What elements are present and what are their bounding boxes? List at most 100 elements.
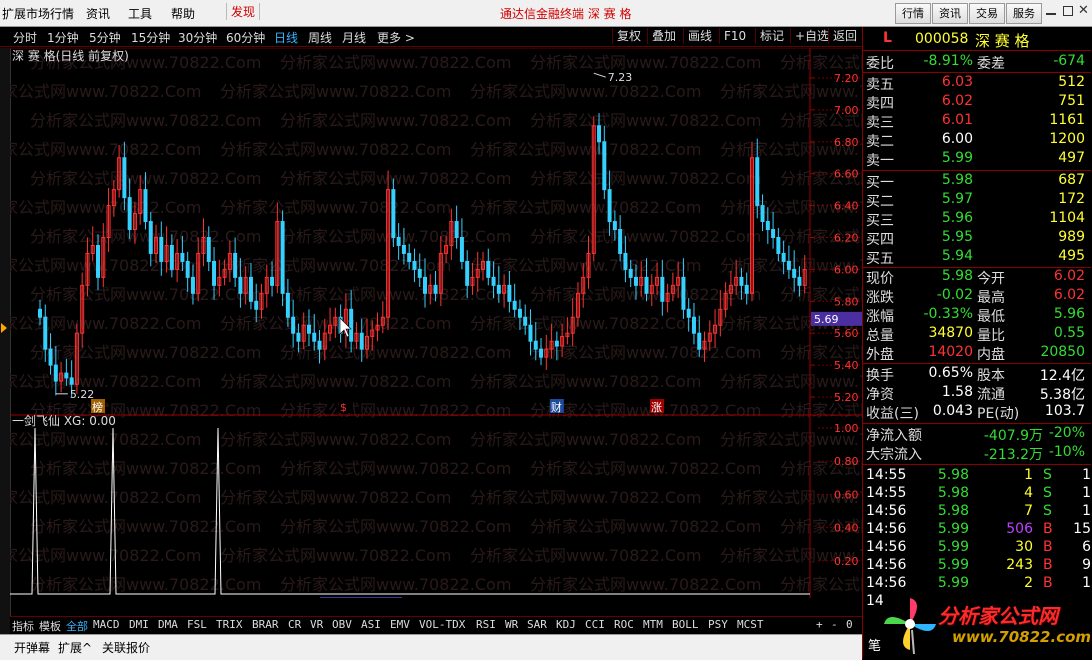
bid-row[interactable]: 买五 5.94 495 [863, 248, 1091, 267]
level-volume: 989 [1058, 229, 1085, 245]
zoom-in-button[interactable]: + [816, 618, 823, 631]
indicator-tab-dma[interactable]: DMA [158, 618, 178, 631]
watermark-text: 分析家公式网www.70822.Com [530, 401, 761, 420]
candle-body [744, 284, 749, 294]
level-label: 买二 [866, 194, 894, 210]
zoom-out-button[interactable]: - [831, 618, 838, 631]
kline-chart[interactable]: 分析家公式网www.70822.Com 分析家公式网www.70822.Com 分析… [0, 47, 1011, 623]
indicator-tab-rsi[interactable]: RSI [476, 618, 496, 631]
indicator-tab-模板[interactable]: 模板 [39, 618, 61, 634]
period-intraday[interactable]: 分时 [13, 29, 37, 46]
indicator-tab-mcst[interactable]: MCST [737, 618, 764, 631]
ask-row[interactable]: 卖五 6.03 512 [863, 74, 1091, 93]
candle-body [691, 316, 696, 334]
indicator-tab-cr[interactable]: CR [288, 618, 301, 631]
minimize-icon[interactable] [1046, 13, 1056, 15]
candle-body [554, 340, 559, 347]
last-price-tag-text: 5.69 [814, 313, 839, 326]
indicator-tab-全部[interactable]: 全部 [66, 618, 88, 634]
period-more[interactable]: 更多 > [377, 29, 415, 46]
bid-row[interactable]: 买三 5.96 1104 [863, 210, 1091, 229]
candle-body [53, 364, 58, 382]
indicator-tab-obv[interactable]: OBV [332, 618, 352, 631]
back-button[interactable]: 返回 [828, 28, 861, 44]
bid-row[interactable]: 买一 5.98 687 [863, 172, 1091, 191]
overlay-button[interactable]: 叠加 [647, 28, 680, 44]
quote-button[interactable]: 行情 [895, 3, 931, 24]
period-daily[interactable]: 日线 [274, 29, 298, 46]
candle-body [212, 260, 217, 286]
indicator-tab-cci[interactable]: CCI [585, 618, 605, 631]
bid-row[interactable]: 买四 5.95 989 [863, 229, 1091, 248]
chart-area[interactable]: 分析家公式网www.70822.Com 分析家公式网www.70822.Com 分析… [0, 47, 1011, 623]
indicator-tab-sar[interactable]: SAR [527, 618, 547, 631]
trade-button[interactable]: 交易 [969, 3, 1005, 24]
candle-body [760, 205, 765, 223]
sidebar-expand-icon[interactable] [1, 323, 7, 333]
ask-row[interactable]: 卖一 5.99 497 [863, 150, 1091, 169]
indicator-tab-psy[interactable]: PSY [708, 618, 728, 631]
menu-help[interactable]: 帮助 [171, 5, 195, 22]
tick-row: 14:55 5.98 1 S 1 [866, 467, 1091, 483]
indicator-tab-emv[interactable]: EMV [390, 618, 410, 631]
indicator-tab-wr[interactable]: WR [505, 618, 518, 631]
indicator-tab-brar[interactable]: BRAR [252, 618, 279, 631]
tab-danmaku[interactable]: 开弹幕 [14, 639, 50, 656]
indicator-tab-fsl[interactable]: FSL [187, 618, 207, 631]
indicator-tab-roc[interactable]: ROC [614, 618, 634, 631]
f10-button[interactable]: F10 [719, 28, 750, 44]
bid-row[interactable]: 买二 5.97 172 [863, 191, 1091, 210]
tab-extend[interactable]: 扩展^ [58, 639, 92, 656]
indicator-tab-asi[interactable]: ASI [361, 618, 381, 631]
menu-discover[interactable]: 发现 [226, 3, 261, 20]
candle-body [644, 276, 649, 294]
level-price: 5.99 [941, 150, 973, 166]
menu-extended-market[interactable]: 扩展市场行情 [2, 5, 74, 22]
restore-rights-button[interactable]: 复权 [612, 28, 645, 44]
add-favorite-button[interactable]: +自选 [790, 28, 833, 44]
period-weekly[interactable]: 周线 [308, 29, 332, 46]
indicator-tab-boll[interactable]: BOLL [672, 618, 699, 631]
close-icon[interactable]: ✕ [1078, 3, 1089, 18]
indicator-tab-vr[interactable]: VR [310, 618, 323, 631]
indicator-tab-kdj[interactable]: KDJ [556, 618, 576, 631]
l2-icon[interactable]: L [883, 30, 892, 46]
indicator-tab-mtm[interactable]: MTM [643, 618, 663, 631]
period-1min[interactable]: 1分钟 [47, 29, 79, 46]
candle-body [396, 236, 401, 246]
indicator-tab-指标[interactable]: 指标 [12, 618, 34, 634]
level-label: 卖二 [866, 134, 894, 150]
candle-body [496, 284, 501, 294]
mark-button[interactable]: 标记 [755, 28, 788, 44]
candle-body [597, 125, 602, 143]
price-axis-label: 6.80 [834, 136, 859, 149]
site-logo: 分析家公式网 www.70822.com [880, 594, 1091, 654]
maximize-icon[interactable] [1063, 6, 1073, 16]
candle-body [296, 332, 301, 342]
period-5min[interactable]: 5分钟 [89, 29, 121, 46]
draw-line-button[interactable]: 画线 [683, 28, 716, 44]
service-button[interactable]: 服务 [1006, 3, 1042, 24]
menu-tools[interactable]: 工具 [128, 5, 152, 22]
ask-row[interactable]: 卖四 6.02 751 [863, 93, 1091, 112]
ask-book: 卖五 6.03 512 卖四 6.02 751 卖三 6.01 1161 卖二 6.00 1200 卖一… [863, 74, 1091, 169]
candle-body [248, 276, 253, 302]
indicator-tab-dmi[interactable]: DMI [129, 618, 149, 631]
bid-book: 买一 5.98 687 买二 5.97 172 买三 5.96 1104 买四 5.95 989 买五 5… [863, 172, 1091, 267]
ask-row[interactable]: 卖三 6.01 1161 [863, 112, 1091, 131]
ask-row[interactable]: 卖二 6.00 1200 [863, 131, 1091, 150]
watermark-text: 分析家公式网www.70822.Com [530, 343, 761, 362]
period-15min[interactable]: 15分钟 [131, 29, 170, 46]
period-60min[interactable]: 60分钟 [226, 29, 265, 46]
news-button[interactable]: 资讯 [932, 3, 968, 24]
candle-body [306, 324, 311, 334]
period-30min[interactable]: 30分钟 [178, 29, 217, 46]
candle-body [686, 308, 691, 318]
zoom-reset-button[interactable]: 0 [846, 618, 853, 631]
period-monthly[interactable]: 月线 [342, 29, 366, 46]
indicator-tab-vol-tdx[interactable]: VOL-TDX [419, 618, 465, 631]
indicator-tab-macd[interactable]: MACD [93, 618, 120, 631]
menu-news[interactable]: 资讯 [86, 5, 110, 22]
indicator-tab-trix[interactable]: TRIX [216, 618, 243, 631]
tab-related-quotes[interactable]: 关联报价 [102, 639, 150, 656]
